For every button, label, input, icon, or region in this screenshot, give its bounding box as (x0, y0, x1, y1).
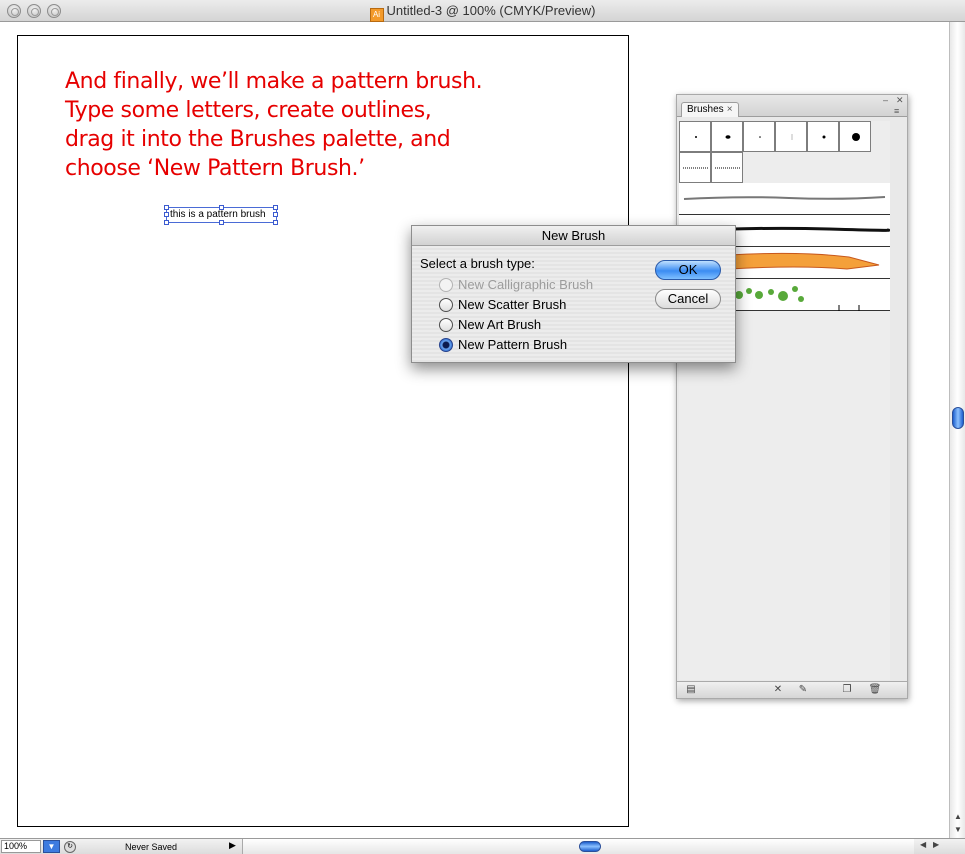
trash-icon[interactable]: 🗑 (867, 683, 883, 697)
new-brush-dialog: New Brush Select a brush type: New Calli… (411, 225, 736, 363)
brush-swatch[interactable] (711, 121, 743, 152)
instruction-text: And finally, we’ll make a pattern brush.… (65, 69, 483, 181)
radio-button[interactable] (439, 338, 453, 352)
dialog-title: New Brush (412, 226, 735, 246)
status-bar: 100% ▼ ↻ Never Saved ▶ ◀ ▶ (0, 838, 965, 854)
selection-handle[interactable] (219, 205, 224, 210)
selection-handle[interactable] (164, 212, 169, 217)
brush-swatch[interactable] (839, 121, 871, 152)
status-menu-arrow-icon[interactable]: ▶ (229, 840, 236, 851)
radio-label: New Calligraphic Brush (458, 277, 594, 292)
window-title-text: Untitled-3 @ 100% (CMYK/Preview) (386, 3, 596, 18)
radio-label[interactable]: New Pattern Brush (458, 336, 567, 354)
brush-swatch[interactable] (679, 121, 711, 152)
cancel-button[interactable]: Cancel (655, 289, 721, 309)
radio-button[interactable] (439, 298, 453, 312)
brush-swatch[interactable] (711, 152, 743, 183)
scroll-down-arrow-icon[interactable]: ▼ (950, 823, 965, 837)
ok-button[interactable]: OK (655, 260, 721, 280)
remove-stroke-icon[interactable]: ✕ (770, 683, 786, 697)
status-info-icon[interactable]: ↻ (64, 841, 76, 853)
brush-swatch[interactable] (807, 121, 839, 152)
selection-handle[interactable] (164, 205, 169, 210)
illustrator-document-icon: Ai (369, 8, 384, 22)
scroll-left-arrow-icon[interactable]: ◀ (920, 840, 926, 849)
vertical-scrollbar[interactable]: ▲ ▼ (949, 22, 965, 838)
tab-brushes[interactable]: Brushes × (681, 102, 739, 117)
brushes-list (679, 121, 891, 680)
tab-brushes-label: Brushes (687, 104, 724, 115)
brushes-palette[interactable]: Brushes × ‒ ✕ ≡ ▤ ✕ ✎ ❐ 🗑 (676, 94, 908, 699)
scroll-right-arrow-icon[interactable]: ▶ (933, 840, 939, 849)
vertical-scroll-thumb[interactable] (952, 407, 964, 429)
selection-handle[interactable] (219, 220, 224, 225)
selection-handle[interactable] (164, 220, 169, 225)
radio-button[interactable] (439, 318, 453, 332)
close-icon[interactable]: ✕ (896, 95, 904, 106)
brush-swatch[interactable] (743, 121, 775, 152)
new-brush-icon[interactable]: ❐ (839, 683, 855, 697)
status-text[interactable]: Never Saved (125, 841, 177, 853)
brush-libraries-icon[interactable]: ▤ (683, 683, 699, 697)
window-title: Ai Untitled-3 @ 100% (CMYK/Preview) (0, 3, 965, 22)
dialog-prompt: Select a brush type: (420, 256, 535, 271)
options-icon[interactable]: ✎ (795, 683, 811, 697)
radio-label[interactable]: New Scatter Brush (458, 296, 566, 314)
radio-button (439, 278, 453, 292)
selection-handle[interactable] (273, 220, 278, 225)
collapse-icon[interactable]: ‒ (883, 95, 888, 105)
radio-label[interactable]: New Art Brush (458, 316, 541, 334)
selection-handle[interactable] (273, 205, 278, 210)
brush-swatch[interactable] (679, 152, 711, 183)
palette-menu-icon[interactable]: ≡ (894, 106, 899, 116)
zoom-dropdown-icon[interactable]: ▼ (43, 840, 60, 853)
art-brush-charcoal[interactable] (679, 183, 890, 215)
window-titlebar: Ai Untitled-3 @ 100% (CMYK/Preview) (0, 0, 965, 22)
scroll-up-arrow-icon[interactable]: ▲ (950, 810, 965, 824)
palette-footer: ▤ ✕ ✎ ❐ 🗑 (677, 681, 907, 698)
horizontal-scrollbar[interactable] (242, 839, 914, 854)
selection-handle[interactable] (273, 212, 278, 217)
horizontal-scroll-thumb[interactable] (579, 841, 601, 852)
zoom-field[interactable]: 100% (1, 840, 41, 853)
palette-header[interactable]: Brushes × ‒ ✕ ≡ (677, 95, 907, 117)
tab-close-icon[interactable]: × (727, 104, 733, 115)
brush-swatch[interactable] (775, 121, 807, 152)
